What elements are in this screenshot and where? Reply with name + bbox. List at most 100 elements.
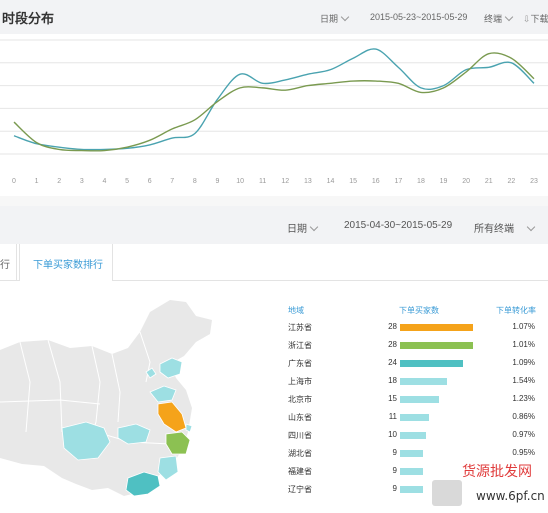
chart-series <box>13 48 535 152</box>
x-tick-label: 14 <box>327 178 335 185</box>
row-buyer-bar <box>400 360 463 367</box>
row-buyer-count: 28 <box>388 322 397 331</box>
row-region: 上海市 <box>288 377 312 386</box>
tab-previous[interactable]: 行 <box>0 244 17 280</box>
device-dropdown[interactable]: 所有终端 <box>474 220 536 235</box>
column-header-region: 地域 <box>288 306 304 315</box>
column-header-rate: 下单转化率 <box>496 306 536 315</box>
time-distribution-panel: 时段分布 日期 2015-05-23~2015-05-29 终端 ⇩下载 012… <box>0 0 548 195</box>
tab-buyer-ranking[interactable]: 下单买家数排行 <box>19 244 113 281</box>
x-tick-label: 12 <box>281 178 289 185</box>
row-buyer-bar <box>400 486 424 493</box>
row-conversion-rate: 0.97% <box>512 430 535 439</box>
watermark-text: 货源批发网 <box>462 463 532 480</box>
row-region: 广东省 <box>288 359 312 368</box>
hourly-line-chart: 0 1 2 3 4 5 6 7 8 9 10 11 12 13 14 15 16 17 18 19 20 21 22 23 <box>0 39 548 185</box>
device-dropdown-label: 终端 <box>484 14 503 24</box>
chevron-down-icon <box>309 222 319 232</box>
row-conversion-rate: 1.09% <box>512 358 535 367</box>
watermark-url: www.6pf.cn <box>476 489 545 503</box>
row-region: 北京市 <box>288 395 312 404</box>
row-buyer-bar <box>400 396 440 403</box>
row-conversion-rate: 1.54% <box>512 376 535 385</box>
row-conversion-rate: 0.95% <box>512 448 535 457</box>
download-label: 下载 <box>530 14 548 24</box>
device-dropdown[interactable]: 终端 <box>484 12 514 25</box>
chevron-down-icon <box>504 12 514 22</box>
site-watermark: 货源批发网 www.6pf.cn <box>432 463 545 506</box>
row-buyer-bar <box>400 468 424 475</box>
chart-grid <box>0 39 548 155</box>
date-range-picker[interactable]: 2015-05-23~2015-05-29 <box>370 12 467 22</box>
x-tick-label: 15 <box>349 178 357 185</box>
x-tick-label: 18 <box>417 178 425 185</box>
row-buyer-count: 10 <box>388 430 397 439</box>
date-dropdown[interactable]: 日期 <box>320 12 350 25</box>
chevron-down-icon <box>526 222 536 232</box>
row-region: 浙江省 <box>288 341 312 350</box>
tab-buyer-ranking-label: 下单买家数排行 <box>33 260 103 271</box>
row-buyer-bar <box>400 342 473 349</box>
map-region-fujian[interactable] <box>157 455 179 481</box>
x-tick-label: 3 <box>80 178 84 185</box>
x-tick-label: 17 <box>394 178 402 185</box>
row-region: 江苏省 <box>288 323 312 332</box>
row-region: 辽宁省 <box>288 485 312 494</box>
row-region: 山东省 <box>288 413 312 422</box>
row-conversion-rate: 0.86% <box>512 412 535 421</box>
device-dropdown-label: 所有终端 <box>474 224 514 235</box>
x-tick-label: 19 <box>440 178 448 185</box>
x-tick-label: 0 <box>12 178 16 185</box>
time-distribution-header: 时段分布 日期 2015-05-23~2015-05-29 终端 ⇩下载 <box>0 0 548 34</box>
row-conversion-rate: 1.01% <box>512 340 535 349</box>
row-region: 四川省 <box>288 431 312 440</box>
row-buyer-count: 15 <box>388 394 397 403</box>
x-tick-label: 13 <box>304 178 312 185</box>
date-dropdown-label: 日期 <box>320 14 339 24</box>
filter-bar: 日期 2015-04-30~2015-05-29 所有终端 <box>0 206 548 244</box>
row-buyer-count: 9 <box>392 466 397 475</box>
tab-previous-label: 行 <box>0 260 10 271</box>
row-buyer-bar <box>400 378 447 385</box>
date-dropdown[interactable]: 日期 <box>287 220 319 235</box>
x-tick-label: 11 <box>259 178 266 185</box>
x-tick-label: 20 <box>462 178 470 185</box>
x-tick-label: 4 <box>102 178 106 185</box>
row-buyer-bar <box>400 324 473 331</box>
row-buyer-count: 11 <box>388 412 397 421</box>
x-tick-label: 1 <box>35 178 39 185</box>
row-buyer-count: 28 <box>388 340 397 349</box>
date-dropdown-label: 日期 <box>287 224 307 235</box>
map-region-shanghai[interactable] <box>185 423 193 433</box>
download-button[interactable]: ⇩下载 <box>523 12 548 25</box>
row-buyer-bar <box>400 450 424 457</box>
download-icon: ⇩ <box>523 14 531 24</box>
date-range-picker[interactable]: 2015-04-30~2015-05-29 <box>344 220 452 231</box>
x-tick-label: 2 <box>57 178 61 185</box>
x-tick-label: 6 <box>148 178 152 185</box>
row-buyer-count: 9 <box>392 448 397 457</box>
x-tick-label: 7 <box>170 178 174 185</box>
x-axis-ticks: 0 1 2 3 4 5 6 7 8 9 10 11 12 13 14 15 16 17 18 19 20 21 22 23 <box>12 178 538 185</box>
map-base <box>0 300 212 496</box>
x-tick-label: 5 <box>125 178 129 185</box>
panel-title: 时段分布 <box>2 11 55 26</box>
x-tick-label: 16 <box>372 178 380 185</box>
chevron-down-icon <box>340 12 350 22</box>
series-line-1 <box>13 48 535 151</box>
row-buyer-bar <box>400 432 427 439</box>
series-line-2 <box>13 52 535 152</box>
tab-bar: 行 下单买家数排行 <box>0 244 548 281</box>
row-region: 福建省 <box>288 467 312 476</box>
row-buyer-bar <box>400 414 429 421</box>
x-tick-label: 8 <box>193 178 197 185</box>
column-header-buyers: 下单买家数 <box>399 306 439 315</box>
row-region: 湖北省 <box>288 449 312 458</box>
row-conversion-rate: 1.23% <box>512 394 535 403</box>
x-tick-label: 9 <box>216 178 220 185</box>
section-divider <box>0 196 548 206</box>
row-buyer-count: 24 <box>388 358 397 367</box>
x-tick-label: 22 <box>507 178 515 185</box>
row-conversion-rate: 1.07% <box>512 322 535 331</box>
china-map <box>0 300 212 497</box>
